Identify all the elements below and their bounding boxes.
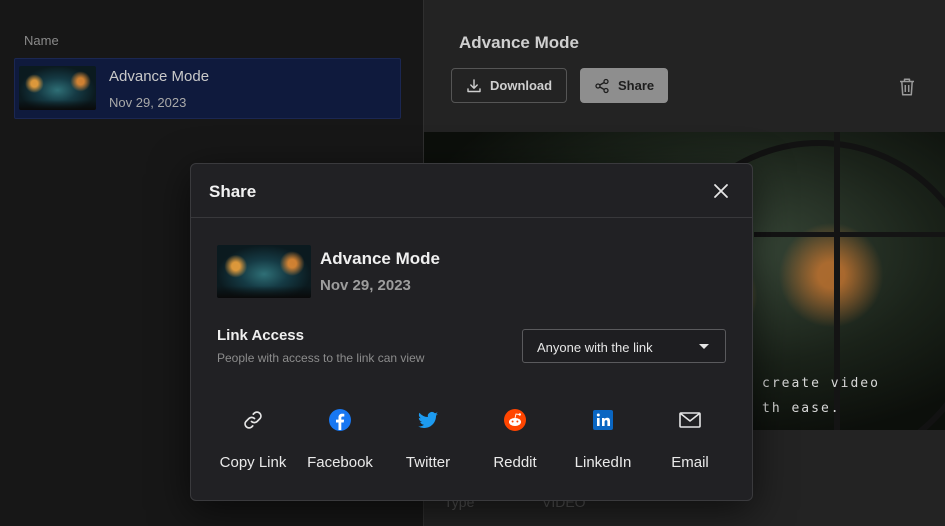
modal-item-date: Nov 29, 2023: [320, 277, 411, 294]
link-access-value: Anyone with the link: [537, 340, 653, 355]
file-date: Nov 29, 2023: [109, 95, 187, 110]
share-modal: Share Advance Mode Nov 29, 2023 Link Acc…: [190, 163, 753, 501]
column-header-name[interactable]: Name: [24, 33, 59, 48]
share-button[interactable]: Share: [580, 68, 668, 103]
link-access-select[interactable]: Anyone with the link: [522, 329, 726, 363]
file-title: Advance Mode: [109, 68, 210, 85]
modal-item-thumbnail: [217, 245, 311, 298]
app-root: Name Advance Mode Nov 29, 2023 Advance M…: [0, 0, 945, 526]
link-icon: [244, 411, 262, 429]
caret-down-icon: [699, 344, 709, 349]
share-option-label: Reddit: [493, 454, 537, 471]
file-row[interactable]: Advance Mode Nov 29, 2023: [14, 58, 401, 119]
share-option-linkedin[interactable]: LinkedIn: [561, 400, 645, 476]
share-option-copy-link[interactable]: Copy Link: [211, 400, 295, 476]
modal-item-title: Advance Mode: [320, 249, 440, 268]
preview-caption-line2: th ease.: [762, 401, 841, 416]
share-option-twitter[interactable]: Twitter: [386, 400, 470, 476]
reddit-icon: [504, 409, 526, 431]
share-option-email[interactable]: Email: [648, 400, 732, 476]
linkedin-icon: [593, 410, 613, 430]
share-icon: [595, 78, 609, 93]
modal-header: Share: [191, 164, 752, 218]
close-icon[interactable]: [712, 182, 730, 200]
preview-window-bar: [754, 232, 945, 237]
email-icon: [679, 412, 701, 428]
share-option-label: Copy Link: [219, 454, 287, 471]
share-option-label: LinkedIn: [574, 454, 632, 471]
modal-title: Share: [209, 182, 257, 201]
download-label: Download: [490, 78, 553, 93]
share-option-label: Facebook: [307, 454, 373, 471]
share-option-reddit[interactable]: Reddit: [473, 400, 557, 476]
link-access-description: People with access to the link can view: [217, 351, 425, 365]
share-label: Share: [618, 78, 655, 93]
detail-title: Advance Mode: [459, 33, 579, 52]
share-option-label: Twitter: [405, 454, 451, 471]
download-button[interactable]: Download: [451, 68, 567, 103]
download-icon: [467, 78, 481, 92]
share-option-facebook[interactable]: Facebook: [298, 400, 382, 476]
preview-caption-line1: create video: [762, 376, 880, 391]
file-thumbnail: [19, 66, 96, 110]
share-option-label: Email: [671, 454, 709, 471]
facebook-icon: [329, 409, 351, 431]
link-access-title: Link Access: [217, 327, 304, 344]
twitter-icon: [418, 411, 438, 429]
trash-icon[interactable]: [898, 77, 916, 97]
